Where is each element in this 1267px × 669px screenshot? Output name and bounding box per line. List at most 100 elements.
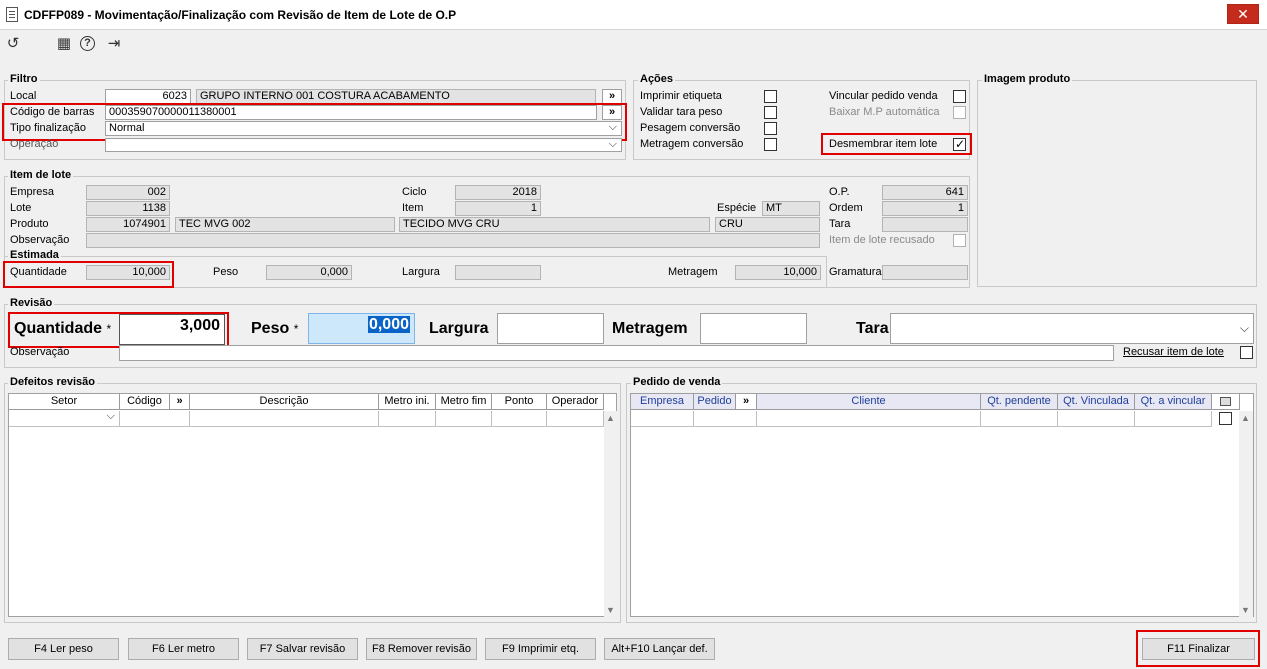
app-icon xyxy=(6,7,18,22)
exit-icon[interactable]: ⇥ xyxy=(105,35,123,53)
pedido-title: Pedido de venda xyxy=(631,376,723,388)
col-header-pedido-lookup[interactable]: » xyxy=(736,394,757,410)
cliente-cell[interactable] xyxy=(757,411,981,427)
pedido-scrollbar[interactable]: ▲ ▼ xyxy=(1239,411,1253,617)
calendar-icon[interactable]: ▦ xyxy=(55,35,73,53)
local-lookup-button[interactable]: » xyxy=(602,89,622,104)
defeitos-grid[interactable]: Setor Código » Descrição Metro ini. Metr… xyxy=(8,393,618,617)
chevron-down-icon: ⌵ xyxy=(1239,321,1249,335)
vincular-pedido-checkbox[interactable] xyxy=(953,90,966,103)
scroll-down-icon[interactable]: ▼ xyxy=(1241,605,1250,615)
defeitos-scrollbar[interactable]: ▲ ▼ xyxy=(604,411,618,617)
peso-revisao-label-text: Peso xyxy=(251,320,290,337)
pedido-cell[interactable] xyxy=(694,411,757,427)
metragem-conversao-checkbox[interactable] xyxy=(764,138,777,151)
gramatura-label: Gramatura xyxy=(829,266,882,278)
col-header-setor[interactable]: Setor xyxy=(9,394,120,410)
recusar-item-checkbox[interactable] xyxy=(1240,346,1253,359)
col-header-qt-pendente[interactable]: Qt. pendente xyxy=(981,394,1058,410)
empresa-cell[interactable] xyxy=(631,411,694,427)
col-header-operador[interactable]: Operador xyxy=(547,394,604,410)
quantidade-revisao-input[interactable]: 3,000 xyxy=(119,314,225,345)
col-header-qt-vincular[interactable]: Qt. a vincular xyxy=(1135,394,1212,410)
qt-vincular-cell[interactable] xyxy=(1135,411,1212,427)
ciclo-label: Ciclo xyxy=(402,186,427,198)
tara-revisao-select[interactable]: ⌵ xyxy=(890,313,1254,344)
remover-revisao-button[interactable]: F8 Remover revisão xyxy=(366,638,477,660)
ponto-cell[interactable] xyxy=(492,411,547,427)
peso-estimado-label: Peso xyxy=(213,266,239,278)
imagem-produto-title: Imagem produto xyxy=(982,73,1073,85)
col-header-ponto[interactable]: Ponto xyxy=(492,394,547,410)
salvar-revisao-button[interactable]: F7 Salvar revisão xyxy=(247,638,358,660)
ler-peso-button[interactable]: F4 Ler peso xyxy=(8,638,119,660)
op-field: 641 xyxy=(882,185,968,200)
imprimir-etiqueta-label: Imprimir etiqueta xyxy=(640,90,722,102)
observacao-label: Observação xyxy=(10,234,70,246)
imprimir-etiqueta-checkbox[interactable] xyxy=(764,90,777,103)
metro-ini-cell[interactable] xyxy=(379,411,436,427)
col-header-pedido[interactable]: Pedido xyxy=(694,394,736,410)
codigo-barras-input[interactable]: 000359070000011380001 xyxy=(105,105,597,120)
estimada-divider xyxy=(4,256,826,257)
codigo-cell[interactable] xyxy=(120,411,190,427)
operacao-select[interactable]: ⌵ xyxy=(105,138,622,152)
col-header-lookup[interactable]: » xyxy=(170,394,190,410)
metragem-conversao-label: Metragem conversão xyxy=(640,138,744,150)
peso-revisao-input[interactable]: 0,000 xyxy=(308,313,415,344)
scroll-up-icon[interactable]: ▲ xyxy=(606,413,615,423)
metro-fim-cell[interactable] xyxy=(436,411,492,427)
desmembrar-checkbox[interactable] xyxy=(953,137,966,151)
operador-cell[interactable] xyxy=(547,411,604,427)
close-button[interactable]: ✕ xyxy=(1227,4,1259,24)
especie-label: Espécie xyxy=(717,202,757,214)
peso-revisao-value: 0,000 xyxy=(367,316,410,333)
scroll-down-icon[interactable]: ▼ xyxy=(606,605,615,615)
help-icon[interactable]: ? xyxy=(80,36,95,51)
metragem-revisao-input[interactable] xyxy=(700,313,807,344)
scroll-up-icon[interactable]: ▲ xyxy=(1241,413,1250,423)
imprimir-etq-button[interactable]: F9 Imprimir etq. xyxy=(485,638,596,660)
local-code-input[interactable]: 6023 xyxy=(105,89,191,104)
finalizar-button[interactable]: F11 Finalizar xyxy=(1142,638,1255,660)
select-all-icon[interactable] xyxy=(1220,397,1231,406)
row-select-checkbox[interactable] xyxy=(1219,412,1232,425)
metragem-revisao-label: Metragem xyxy=(612,320,688,337)
largura-revisao-label: Largura xyxy=(429,320,489,337)
title-bar: CDFFP089 - Movimentação/Finalização com … xyxy=(0,0,1267,30)
ordem-field: 1 xyxy=(882,201,968,216)
pesagem-conversao-checkbox[interactable] xyxy=(764,122,777,135)
validar-tara-checkbox[interactable] xyxy=(764,106,777,119)
col-header-empresa[interactable]: Empresa xyxy=(631,394,694,410)
produto-label: Produto xyxy=(10,218,49,230)
recusado-checkbox xyxy=(953,234,966,247)
col-header-qt-vinculada[interactable]: Qt. Vinculada xyxy=(1058,394,1135,410)
item-field: 1 xyxy=(455,201,541,216)
largura-revisao-input[interactable] xyxy=(497,313,604,344)
quantidade-revisao-label: Quantidade * xyxy=(14,320,111,338)
col-header-metro-ini[interactable]: Metro ini. xyxy=(379,394,436,410)
local-desc-field: GRUPO INTERNO 001 COSTURA ACABAMENTO xyxy=(196,89,596,104)
lote-field: 1138 xyxy=(86,201,170,216)
setor-cell[interactable]: ⌵ xyxy=(9,410,120,427)
col-header-cliente[interactable]: Cliente xyxy=(757,394,981,410)
quantidade-estimada-field: 10,000 xyxy=(86,265,170,280)
descricao-cell[interactable] xyxy=(190,411,379,427)
col-header-codigo[interactable]: Código xyxy=(120,394,170,410)
validar-tara-label: Validar tara peso xyxy=(640,106,723,118)
qt-pendente-cell[interactable] xyxy=(981,411,1058,427)
qt-vinculada-cell[interactable] xyxy=(1058,411,1135,427)
codigo-lookup-button[interactable]: » xyxy=(602,105,622,120)
col-header-descricao[interactable]: Descrição xyxy=(190,394,379,410)
refresh-icon[interactable]: ↺ xyxy=(4,35,22,53)
local-label: Local xyxy=(10,90,37,102)
ler-metro-button[interactable]: F6 Ler metro xyxy=(128,638,239,660)
select-all-header[interactable] xyxy=(1212,394,1240,410)
lancar-def-button[interactable]: Alt+F10 Lançar def. xyxy=(604,638,715,660)
tara-label: Tara xyxy=(829,218,851,230)
pedido-grid[interactable]: Empresa Pedido » Cliente Qt. pendente Qt… xyxy=(630,393,1254,617)
tara-field xyxy=(882,217,968,232)
tipo-finalizacao-select[interactable]: Normal ⌵ xyxy=(105,121,622,136)
col-header-metro-fim[interactable]: Metro fim xyxy=(436,394,492,410)
observacao-revisao-input[interactable] xyxy=(119,345,1114,361)
